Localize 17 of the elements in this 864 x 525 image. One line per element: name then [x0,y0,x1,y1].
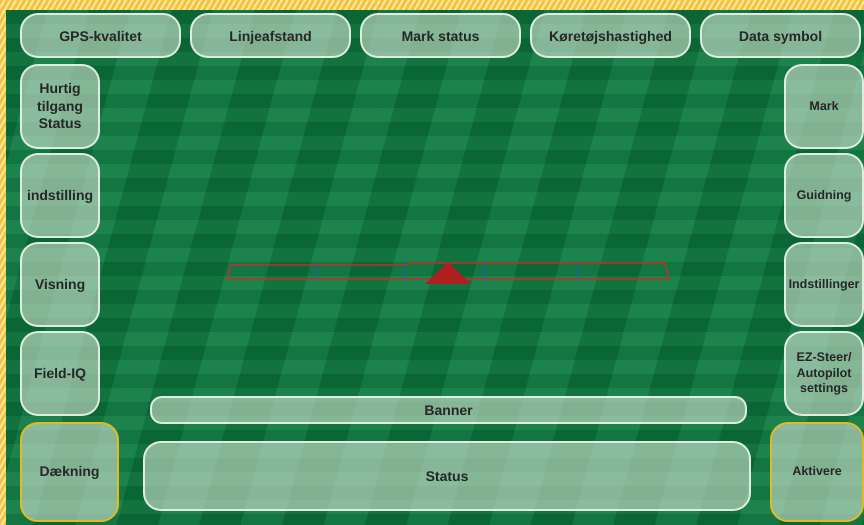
status-button[interactable]: GPS-kvalitet [20,13,181,58]
menu-button[interactable]: Field-IQ [20,331,100,416]
status-button[interactable]: Linjeafstand [190,13,351,58]
status-button[interactable]: Køretøjshastighed [530,13,691,58]
menu-button[interactable]: Aktivere [770,422,864,522]
status-button[interactable]: Data symbol [700,13,861,58]
status-button[interactable]: Mark status [360,13,521,58]
status-panel: Status [143,441,751,511]
menu-button[interactable]: EZ-Steer/ Autopilot settings [784,331,864,416]
menu-button[interactable]: Dækning [20,422,119,522]
menu-button[interactable]: Indstillinger [784,242,864,327]
menu-button[interactable]: Hurtig tilgang Status [20,64,100,149]
menu-button[interactable]: indstilling [20,153,100,238]
menu-button[interactable]: Visning [20,242,100,327]
menu-button[interactable]: Mark [784,64,864,149]
menu-button[interactable]: Guidning [784,153,864,238]
banner: Banner [150,396,747,424]
